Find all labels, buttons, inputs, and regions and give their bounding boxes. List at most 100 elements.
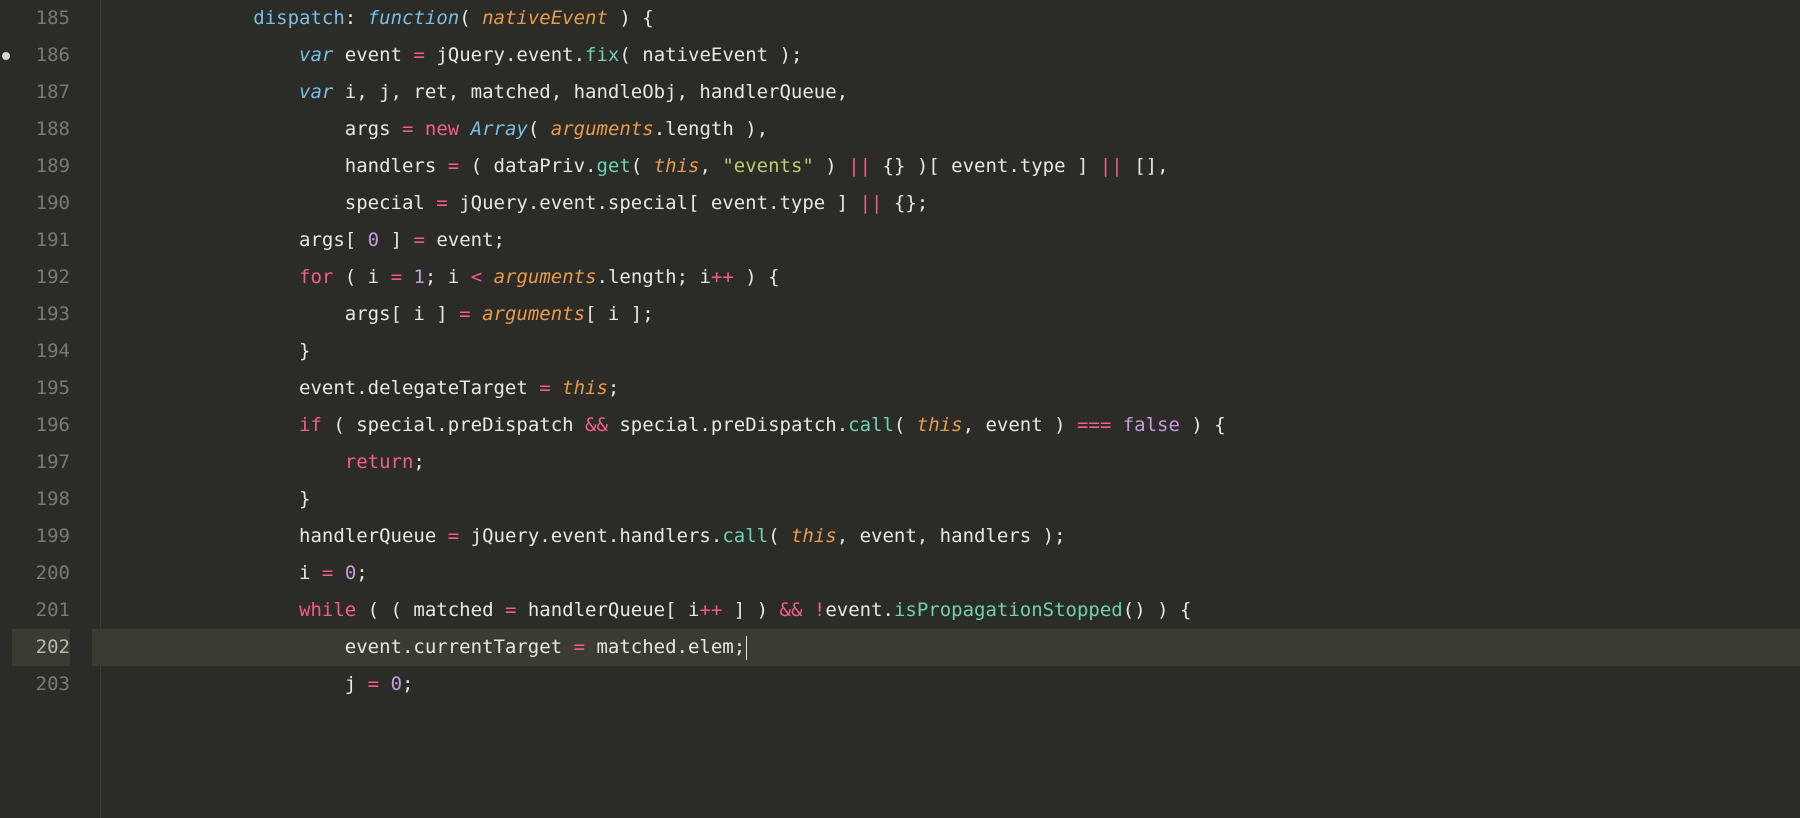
code-token: ; — [608, 377, 619, 399]
code-line[interactable]: args[ i ] = arguments[ i ]; — [92, 296, 1800, 333]
line-number[interactable]: 195 — [12, 370, 70, 407]
line-number[interactable]: 187 — [12, 74, 70, 111]
code-line[interactable]: while ( ( matched = handlerQueue[ i++ ] … — [92, 592, 1800, 629]
code-token: ++ — [711, 266, 734, 288]
code-token: this — [917, 414, 963, 436]
code-token: matched.elem; — [585, 636, 745, 658]
code-token: = — [368, 673, 379, 695]
code-line[interactable]: if ( special.preDispatch && special.preD… — [92, 407, 1800, 444]
code-token — [1111, 414, 1122, 436]
code-token: || — [848, 155, 871, 177]
line-number[interactable]: 193 — [12, 296, 70, 333]
code-token: = — [413, 44, 424, 66]
code-token: 1 — [413, 266, 424, 288]
code-token: handlerQueue[ i — [516, 599, 699, 621]
code-token: var — [299, 81, 333, 103]
code-line[interactable]: return; — [92, 444, 1800, 481]
code-token: ( nativeEvent ); — [619, 44, 802, 66]
line-number[interactable]: 186 — [12, 37, 70, 74]
line-number[interactable]: 188 — [12, 111, 70, 148]
code-token: () ) { — [1123, 599, 1192, 621]
code-line[interactable]: dispatch: function( nativeEvent ) { — [92, 0, 1800, 37]
code-token: function — [368, 7, 460, 29]
code-token: = — [448, 155, 459, 177]
code-token: [], — [1123, 155, 1169, 177]
line-number[interactable]: 190 — [12, 185, 70, 222]
code-token: nativeEvent — [482, 7, 608, 29]
code-token: return — [345, 451, 414, 473]
code-token: "events" — [722, 155, 814, 177]
line-number[interactable]: 191 — [12, 222, 70, 259]
code-line[interactable]: j = 0; — [92, 666, 1800, 703]
code-token: = — [505, 599, 516, 621]
code-token: = — [539, 377, 550, 399]
code-line[interactable]: args[ 0 ] = event; — [92, 222, 1800, 259]
code-token: .length ), — [654, 118, 768, 140]
code-token: this — [791, 525, 837, 547]
code-token — [459, 118, 470, 140]
line-number-gutter[interactable]: 1851861871881891901911921931941951961971… — [0, 0, 88, 818]
code-token: ( dataPriv. — [459, 155, 596, 177]
code-token: ; — [356, 562, 367, 584]
code-token: ; — [402, 673, 413, 695]
code-line[interactable]: handlers = ( dataPriv.get( this, "events… — [92, 148, 1800, 185]
code-token — [471, 303, 482, 325]
code-token: {}; — [882, 192, 928, 214]
code-token: ; — [413, 451, 424, 473]
code-token — [802, 599, 813, 621]
line-number[interactable]: 197 — [12, 444, 70, 481]
code-token: this — [654, 155, 700, 177]
code-area[interactable]: dispatch: function( nativeEvent ) { var … — [88, 0, 1800, 818]
code-token: = — [322, 562, 333, 584]
code-token: this — [562, 377, 608, 399]
code-token: args[ — [299, 229, 368, 251]
code-token: arguments — [551, 118, 654, 140]
code-token: {} )[ event.type ] — [871, 155, 1100, 177]
code-token: dispatch — [253, 7, 345, 29]
code-token: ( — [894, 414, 917, 436]
code-editor[interactable]: 1851861871881891901911921931941951961971… — [0, 0, 1800, 818]
line-number[interactable]: 189 — [12, 148, 70, 185]
code-token: special — [345, 192, 437, 214]
code-line[interactable]: i = 0; — [92, 555, 1800, 592]
line-number[interactable]: 194 — [12, 333, 70, 370]
code-token: false — [1123, 414, 1180, 436]
code-token: j — [345, 673, 368, 695]
code-token: ) { — [1180, 414, 1226, 436]
code-line[interactable]: for ( i = 1; i < arguments.length; i++ )… — [92, 259, 1800, 296]
line-number[interactable]: 185 — [12, 0, 70, 37]
line-number[interactable]: 196 — [12, 407, 70, 444]
line-number[interactable]: 192 — [12, 259, 70, 296]
code-token: = — [402, 118, 413, 140]
code-line[interactable]: event.currentTarget = matched.elem; — [92, 629, 1800, 666]
code-token: [ i ]; — [585, 303, 654, 325]
code-token: 0 — [391, 673, 402, 695]
code-token: ) — [814, 155, 848, 177]
modified-indicator-icon — [2, 52, 10, 60]
code-token: ! — [814, 599, 825, 621]
code-token: ( — [528, 118, 551, 140]
code-line[interactable]: handlerQueue = jQuery.event.handlers.cal… — [92, 518, 1800, 555]
code-line[interactable]: } — [92, 333, 1800, 370]
code-token: && — [780, 599, 803, 621]
code-line[interactable]: var event = jQuery.event.fix( nativeEven… — [92, 37, 1800, 74]
code-token — [333, 562, 344, 584]
code-line[interactable]: special = jQuery.event.special[ event.ty… — [92, 185, 1800, 222]
line-number[interactable]: 199 — [12, 518, 70, 555]
code-line[interactable]: var i, j, ret, matched, handleObj, handl… — [92, 74, 1800, 111]
code-token — [379, 673, 390, 695]
line-number[interactable]: 198 — [12, 481, 70, 518]
code-token: } — [299, 488, 310, 510]
code-line[interactable]: event.delegateTarget = this; — [92, 370, 1800, 407]
line-number[interactable]: 203 — [12, 666, 70, 703]
code-line[interactable]: } — [92, 481, 1800, 518]
code-token: arguments — [482, 303, 585, 325]
code-token: && — [585, 414, 608, 436]
code-token: ) { — [734, 266, 780, 288]
code-line[interactable]: args = new Array( arguments.length ), — [92, 111, 1800, 148]
line-number[interactable]: 202 — [12, 629, 70, 666]
code-token — [413, 118, 424, 140]
line-number[interactable]: 201 — [12, 592, 70, 629]
line-number[interactable]: 200 — [12, 555, 70, 592]
code-token: event; — [425, 229, 505, 251]
